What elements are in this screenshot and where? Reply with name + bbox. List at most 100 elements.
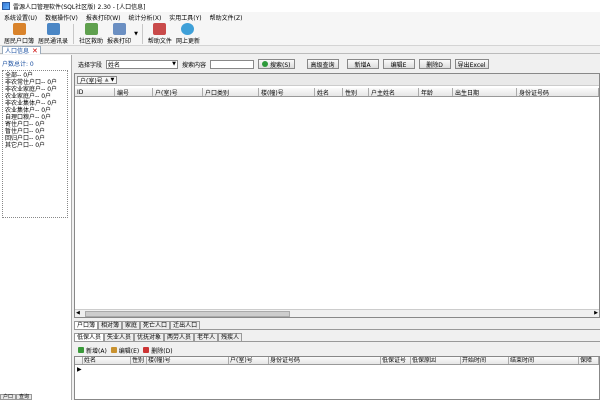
tree-item[interactable]: 农业家庭户-- 0户 <box>5 93 65 100</box>
search-input[interactable] <box>210 59 255 69</box>
low-income-grid[interactable]: 姓名 性别 楼(幢)号 户(室)号 身份证号码 低保证号 低保原因 开始时间 结… <box>74 356 600 400</box>
tree-item[interactable]: 寄住户口-- 0户 <box>5 121 65 128</box>
document-tab-strip: 人口信息 ✕ <box>0 46 600 55</box>
tab-two-labor[interactable]: 两劳人员 <box>164 333 195 341</box>
col-birthdate[interactable]: 出生日期 <box>453 88 517 96</box>
tab-household-register[interactable]: 户口簿 <box>74 321 99 329</box>
globe-icon <box>181 23 195 35</box>
sub-delete-button[interactable]: 删除(D) <box>143 346 173 355</box>
content-label: 搜索内容 <box>182 61 207 69</box>
sub-col-room[interactable]: 户(室)号 <box>229 357 269 364</box>
tree-item[interactable]: 非农常住户口-- 0户 <box>5 79 65 86</box>
col-name[interactable]: 姓名 <box>315 88 343 96</box>
tab-relative-register[interactable]: 相对簿 <box>98 321 123 329</box>
field-select[interactable]: 姓名 ▼ <box>106 59 179 69</box>
aid-icon <box>84 23 98 35</box>
sub-col-name[interactable]: 姓名 <box>83 357 131 364</box>
tab-moved-out[interactable]: 迁出人口 <box>170 321 201 329</box>
household-total: 户数总计: 0 <box>2 61 34 68</box>
group-chip-room[interactable]: 户(室)号 ▲ ▼ <box>77 76 118 85</box>
search-row: 选择字段 姓名 ▼ 搜索内容 搜索(S) 高级查询 新增A 编辑E 删除D 导出… <box>74 57 600 71</box>
menu-item-stats[interactable]: 统计分析(X) <box>129 13 162 22</box>
col-gender[interactable]: 性别 <box>343 88 369 96</box>
tab-unemployed[interactable]: 失业人员 <box>104 333 135 341</box>
sub-col-gender[interactable]: 性别 <box>131 357 147 364</box>
tree-item-all[interactable]: 全部-- 0户 <box>5 72 65 79</box>
report-dropdown-arrow[interactable]: ▼ <box>133 23 139 45</box>
community-aid-button[interactable]: 社区救助 <box>77 23 105 45</box>
chevron-right-icon[interactable]: ▶ <box>594 310 598 316</box>
sort-asc-icon: ▲ <box>104 77 109 83</box>
address-book-button[interactable]: 居民通讯录 <box>36 23 70 45</box>
col-room[interactable]: 户(室)号 <box>153 88 203 96</box>
sub-col-reason[interactable]: 低保原因 <box>411 357 461 364</box>
report-print-button[interactable]: 报表打印 <box>105 23 133 45</box>
scroll-thumb[interactable] <box>85 311 290 317</box>
chevron-left-icon[interactable]: ◀ <box>76 310 80 316</box>
help-file-button[interactable]: 帮助文件 <box>146 23 174 45</box>
tab-special-care[interactable]: 优抚对象 <box>134 333 165 341</box>
sub-grid-header: 姓名 性别 楼(幢)号 户(室)号 身份证号码 低保证号 低保原因 开始时间 结… <box>75 357 599 365</box>
printer-icon <box>112 23 126 35</box>
col-id[interactable]: ID <box>75 88 115 96</box>
row-indicator-col <box>75 357 83 364</box>
tab-low-income[interactable]: 低保人员 <box>74 333 105 341</box>
person-category-tabs: 低保人员 失业人员 优抚对象 两劳人员 老年人 残疾人 <box>74 333 600 342</box>
menu-item-data[interactable]: 数据操作(V) <box>45 13 78 22</box>
toolbar-divider <box>73 24 75 44</box>
col-building[interactable]: 楼(幢)号 <box>259 88 315 96</box>
tab-population-info[interactable]: 人口信息 ✕ <box>2 46 41 55</box>
col-household-type[interactable]: 户口类别 <box>203 88 259 96</box>
search-button[interactable]: 搜索(S) <box>258 59 295 69</box>
sub-col-guarantee[interactable]: 保障 <box>579 357 599 364</box>
sub-col-end[interactable]: 结束时间 <box>509 357 579 364</box>
close-icon[interactable]: ✕ <box>32 47 38 55</box>
sub-edit-button[interactable]: 编辑(E) <box>110 346 139 355</box>
chevron-down-icon: ▼ <box>134 31 138 37</box>
menu-item-help[interactable]: 帮助文件(Z) <box>210 13 243 22</box>
col-number[interactable]: 编号 <box>115 88 153 96</box>
left-panel: 户数总计: 0 全部-- 0户 非农常住户口-- 0户 非农业家庭户-- 0户 … <box>0 55 72 400</box>
col-age[interactable]: 年龄 <box>419 88 453 96</box>
tab-deceased[interactable]: 死亡人口 <box>140 321 171 329</box>
sub-add-button[interactable]: 新增(A) <box>78 346 107 355</box>
advanced-query-button[interactable]: 高级查询 <box>306 59 339 69</box>
tree-item[interactable]: 回归户口-- 0户 <box>5 135 65 142</box>
sub-col-cert-no[interactable]: 低保证号 <box>381 357 411 364</box>
tree-item[interactable]: 其它户口-- 0户 <box>5 142 65 149</box>
tree-item[interactable]: 农业集体户-- 0户 <box>5 107 65 114</box>
menu-item-tools[interactable]: 实用工具(Y) <box>169 13 201 22</box>
menu-item-report[interactable]: 报表打印(W) <box>86 13 121 22</box>
tree-item[interactable]: 非农业集体户-- 0户 <box>5 100 65 107</box>
add-button[interactable]: 新增A <box>346 59 379 69</box>
tab-query[interactable]: 查询 <box>16 394 33 400</box>
sub-col-start[interactable]: 开始时间 <box>461 357 509 364</box>
menu-item-system[interactable]: 系统设置(U) <box>4 13 37 22</box>
tab-elderly[interactable]: 老年人 <box>194 333 219 341</box>
col-id-card[interactable]: 身份证号码 <box>517 88 599 96</box>
toolbar-divider <box>141 24 143 44</box>
population-grid[interactable]: 户(室)号 ▲ ▼ ID 编号 户(室)号 户口类别 楼(幢)号 姓名 性别 户… <box>74 73 600 318</box>
sub-col-building[interactable]: 楼(幢)号 <box>147 357 229 364</box>
delete-button[interactable]: 删除D <box>418 59 451 69</box>
col-householder[interactable]: 户主姓名 <box>369 88 419 96</box>
tab-disabled[interactable]: 残疾人 <box>218 333 243 341</box>
group-by-bar: 户(室)号 ▲ ▼ <box>75 74 599 86</box>
tab-household[interactable]: 户口 <box>0 394 17 400</box>
sub-col-id-card[interactable]: 身份证号码 <box>269 357 381 364</box>
online-update-button[interactable]: 网上更新 <box>174 23 202 45</box>
household-type-tree: 全部-- 0户 非农常住户口-- 0户 非农业家庭户-- 0户 农业家庭户-- … <box>2 70 68 218</box>
household-book-button[interactable]: 居民户口簿 <box>2 23 36 45</box>
record-tabs: 户口簿 相对簿 家庭 死亡人口 迁出人口 <box>74 321 600 330</box>
edit-button[interactable]: 编辑E <box>382 59 415 69</box>
tree-item[interactable]: 暂住户口-- 0户 <box>5 128 65 135</box>
app-icon <box>2 2 10 10</box>
tree-item[interactable]: 非农业家庭户-- 0户 <box>5 86 65 93</box>
delete-icon <box>143 347 150 353</box>
address-book-icon <box>46 23 60 35</box>
export-excel-button[interactable]: 导出Excel <box>454 59 489 69</box>
tree-item[interactable]: 自理口粮户-- 0户 <box>5 114 65 121</box>
menu-bar: 系统设置(U) 数据操作(V) 报表打印(W) 统计分析(X) 实用工具(Y) … <box>0 12 600 22</box>
tab-family[interactable]: 家庭 <box>122 321 141 329</box>
horizontal-scrollbar[interactable]: ◀ ▶ <box>75 309 599 317</box>
